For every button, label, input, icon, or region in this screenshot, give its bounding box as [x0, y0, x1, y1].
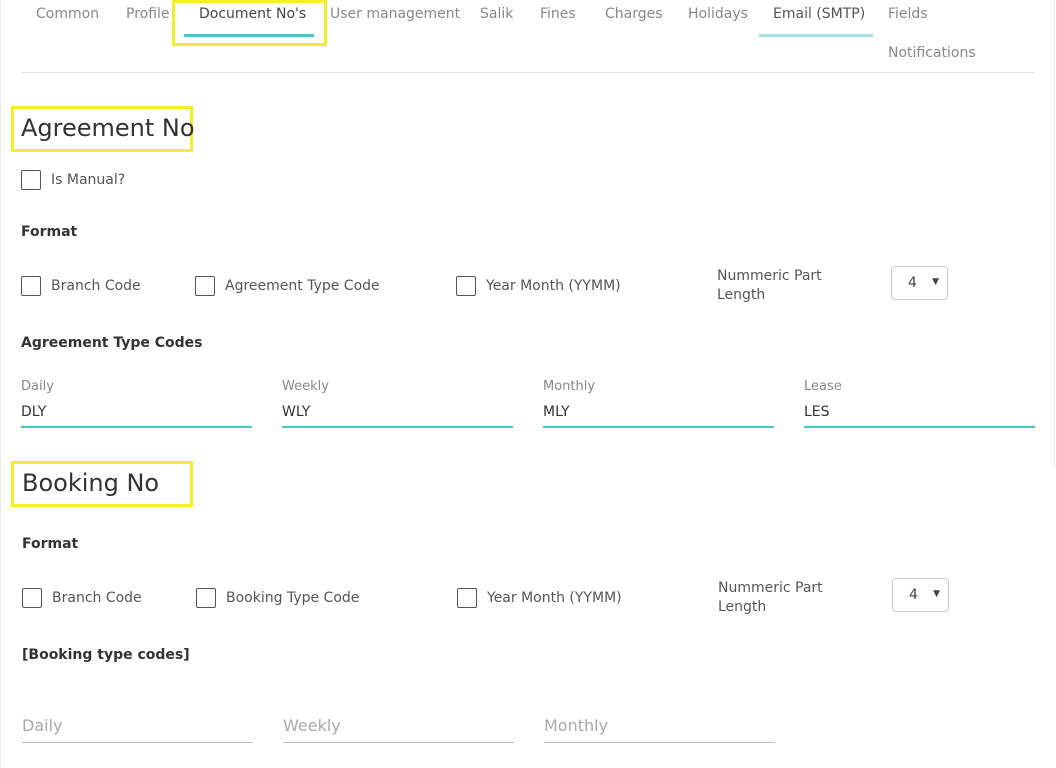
booking-year-month-label: Year Month (YYMM)	[487, 590, 622, 606]
tab-fines[interactable]: Fines	[540, 6, 576, 22]
agreement-type-codes-heading: Agreement Type Codes	[21, 335, 203, 351]
lease-code-input[interactable]: LES	[804, 400, 1035, 428]
booking-numeric-part-value: 4	[909, 587, 918, 603]
agreement-year-month-checkbox[interactable]	[456, 276, 476, 296]
booking-type-codes-heading: [Booking type codes]	[22, 647, 190, 663]
booking-year-month-option[interactable]: Year Month (YYMM)	[457, 588, 622, 608]
agreement-year-month-label: Year Month (YYMM)	[486, 278, 621, 294]
tab-holidays[interactable]: Holidays	[688, 6, 748, 22]
tab-fields[interactable]: Fields	[888, 6, 928, 22]
tab-profile[interactable]: Profile	[126, 6, 170, 22]
monthly-code-input[interactable]: MLY	[543, 400, 774, 428]
daily-code-input[interactable]: DLY	[21, 400, 252, 428]
weekly-code-input[interactable]: WLY	[282, 400, 513, 428]
is-manual-label: Is Manual?	[51, 172, 126, 188]
agreement-branch-code-label: Branch Code	[51, 278, 141, 294]
booking-branch-code-checkbox[interactable]	[22, 588, 42, 608]
booking-type-code-checkbox[interactable]	[196, 588, 216, 608]
booking-section-title: Booking No	[22, 469, 160, 497]
page-left-edge	[0, 0, 1, 768]
agreement-type-code-label: Agreement Type Code	[225, 278, 380, 294]
is-manual-checkbox-row[interactable]: Is Manual?	[21, 170, 125, 190]
tab-common[interactable]: Common	[36, 6, 99, 22]
agreement-year-month-option[interactable]: Year Month (YYMM)	[456, 276, 621, 296]
booking-monthly-input[interactable]: Monthly	[544, 712, 775, 743]
page-right-edge	[1054, 0, 1055, 466]
booking-daily-input[interactable]: Daily	[22, 712, 253, 743]
tab-salik[interactable]: Salik	[480, 6, 513, 22]
booking-numeric-part-label: Nummeric Part Length	[718, 580, 823, 615]
chevron-down-icon: ▼	[932, 277, 939, 287]
tab-charges[interactable]: Charges	[605, 6, 663, 22]
agreement-type-code-option[interactable]: Agreement Type Code	[195, 276, 380, 296]
booking-weekly-input[interactable]: Weekly	[283, 712, 514, 743]
chevron-down-icon: ▼	[933, 589, 940, 599]
agreement-numeric-part-select[interactable]: 4 ▼	[891, 266, 948, 300]
agreement-format-heading: Format	[21, 224, 78, 240]
highlight-box-document-tab	[172, 0, 327, 46]
tab-user-management[interactable]: User management	[330, 6, 460, 22]
agreement-section-title: Agreement No	[21, 114, 195, 142]
is-manual-checkbox[interactable]	[21, 170, 41, 190]
weekly-code-label: Weekly	[282, 379, 329, 394]
tabs-divider	[21, 72, 1035, 73]
booking-type-code-option[interactable]: Booking Type Code	[196, 588, 359, 608]
booking-branch-code-option[interactable]: Branch Code	[22, 588, 142, 608]
booking-numeric-part-select[interactable]: 4 ▼	[892, 578, 949, 612]
agreement-branch-code-option[interactable]: Branch Code	[21, 276, 141, 296]
agreement-numeric-part-label: Nummeric Part Length	[717, 268, 822, 303]
booking-year-month-checkbox[interactable]	[457, 588, 477, 608]
tab-email-smtp[interactable]: Email (SMTP)	[773, 6, 865, 22]
tab-notifications[interactable]: Notifications	[888, 45, 976, 61]
agreement-branch-code-checkbox[interactable]	[21, 276, 41, 296]
daily-code-label: Daily	[21, 379, 54, 394]
booking-branch-code-label: Branch Code	[52, 590, 142, 606]
agreement-type-code-checkbox[interactable]	[195, 276, 215, 296]
lease-code-label: Lease	[804, 379, 842, 394]
hover-tab-indicator	[759, 34, 873, 37]
monthly-code-label: Monthly	[543, 379, 596, 394]
booking-format-heading: Format	[22, 536, 79, 552]
booking-type-code-label: Booking Type Code	[226, 590, 360, 606]
agreement-numeric-part-value: 4	[908, 275, 917, 291]
